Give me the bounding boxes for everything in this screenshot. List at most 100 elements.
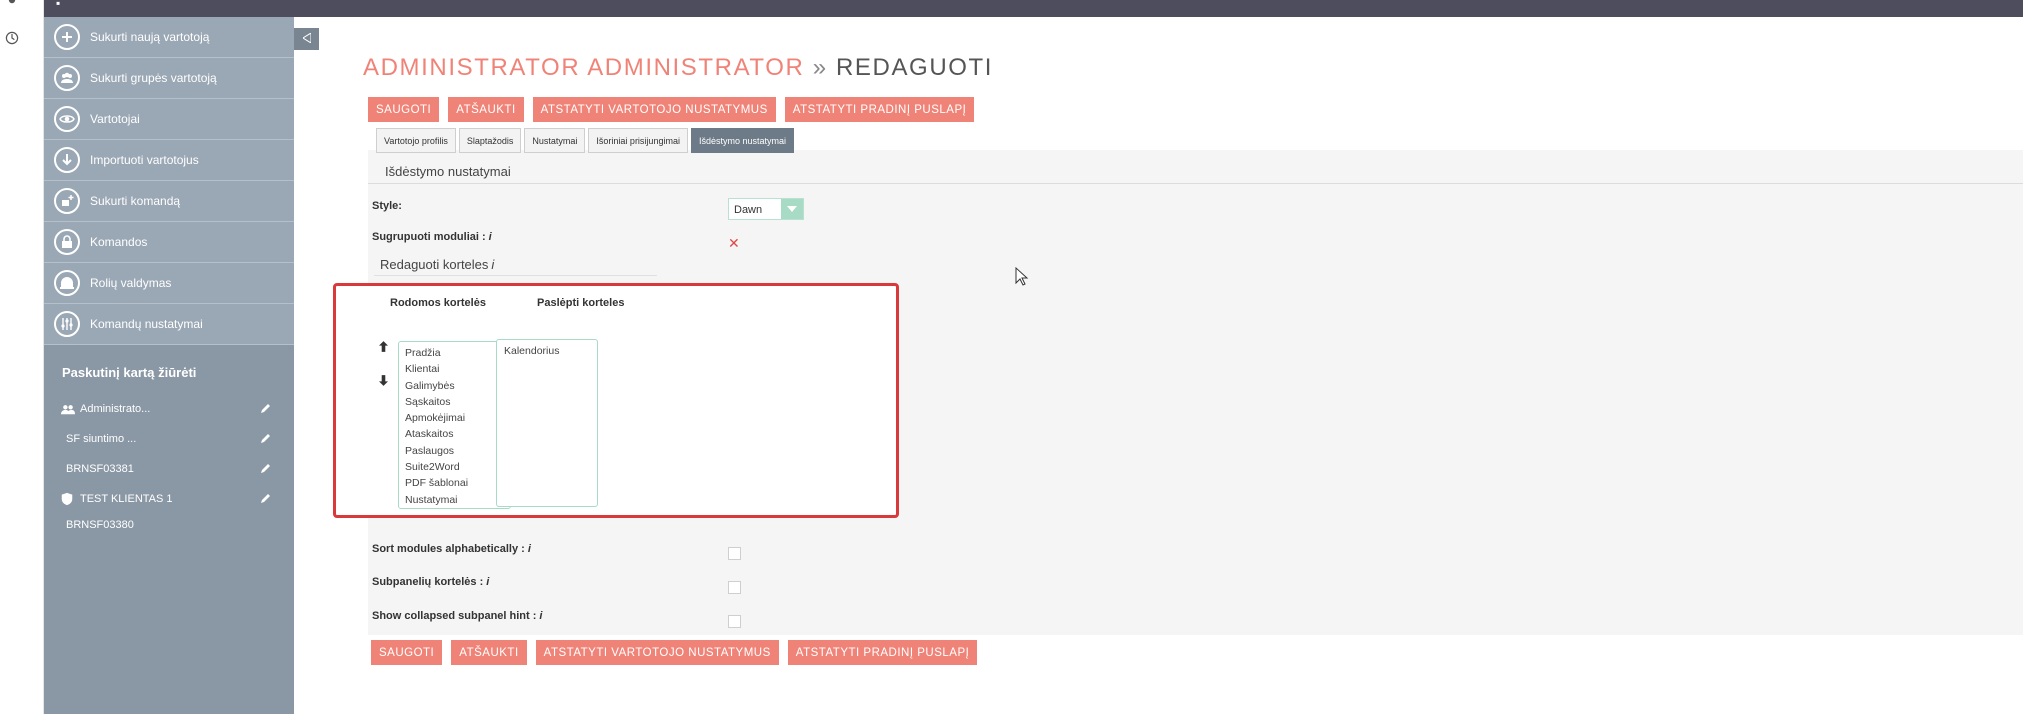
sidebar-item-users[interactable]: Vartotojai — [44, 99, 294, 140]
subpanel-tabs-text: Subpanelių kortelės : — [372, 576, 484, 588]
tab-user-profile[interactable]: Vartotojo profilis — [376, 128, 456, 153]
sidebar-item-team-settings[interactable]: Komandų nustatymai — [44, 304, 294, 345]
tab-layout-options[interactable]: Išdėstymo nustatymai — [690, 128, 794, 153]
sidebar-item-create-team[interactable]: Sukurti komandą — [44, 181, 294, 222]
page-title-record: ADMINISTRATOR ADMINISTRATOR — [363, 54, 805, 81]
section-divider — [368, 183, 2023, 184]
bottom-action-buttons: SAUGOTI ATŠAUKTI ATSTATYTI VARTOTOJO NUS… — [371, 640, 978, 665]
reset-homepage-button[interactable]: ATSTATYTI PRADINĮ PUSLAPĮ — [784, 97, 975, 122]
page-title: ADMINISTRATOR ADMINISTRATOR » REDAGUOTI — [363, 54, 993, 82]
sort-modules-checkbox[interactable] — [728, 547, 741, 560]
pencil-icon[interactable] — [260, 402, 272, 414]
recent-item[interactable]: Administrato... — [44, 394, 294, 424]
pencil-icon[interactable] — [260, 462, 272, 474]
recent-item-label: Administrato... — [80, 403, 151, 415]
recent-item-label: SF siuntimo ... — [66, 433, 137, 445]
sidebar-item-label: Vartotojai — [90, 112, 140, 126]
list-item[interactable]: Paslaugos — [399, 443, 510, 459]
tab-settings[interactable]: Nustatymai — [524, 128, 586, 153]
move-down-icon[interactable] — [377, 374, 389, 386]
section-title: Išdėstymo nustatymai — [385, 164, 511, 179]
list-item[interactable]: Klientai — [399, 361, 510, 377]
reset-user-settings-button[interactable]: ATSTATYTI VARTOTOJO NUSTATYMUS — [532, 97, 776, 122]
list-item[interactable]: Ataskaitos — [399, 426, 510, 442]
save-button[interactable]: SAUGOTI — [368, 97, 440, 122]
style-label: Style: — [372, 200, 402, 212]
subheading-divider — [374, 275, 657, 276]
page-title-action: REDAGUOTI — [835, 54, 994, 81]
cancel-button[interactable]: ATŠAUKTI — [448, 97, 524, 122]
move-up-icon[interactable] — [377, 340, 389, 352]
recent-item-label: BRNSF03380 — [66, 519, 134, 531]
subpanel-tabs-checkbox[interactable] — [728, 581, 741, 594]
info-icon[interactable]: i — [489, 231, 492, 243]
recent-item[interactable]: TEST KLIENTAS 1 — [44, 484, 294, 514]
add-team-icon — [54, 188, 80, 214]
chevron-down-icon — [781, 199, 803, 219]
reset-user-settings-button[interactable]: ATSTATYTI VARTOTOJO NUSTATYMUS — [535, 640, 779, 665]
info-icon[interactable]: i — [486, 576, 489, 588]
sort-modules-label: Sort modules alphabetically :i — [372, 543, 531, 555]
hidden-tabs-heading: Paslėpti korteles — [537, 297, 625, 309]
info-icon[interactable]: i — [539, 610, 542, 622]
sidebar-item-label: Komandos — [90, 235, 148, 249]
style-select[interactable]: Dawn — [728, 198, 804, 220]
list-item[interactable]: Pradžia — [399, 345, 510, 361]
lock-icon — [54, 229, 80, 255]
style-select-value: Dawn — [734, 204, 763, 216]
sidebar-item-label: Komandų nustatymai — [90, 317, 203, 331]
sidebar-item-label: Sukurti naują vartotoją — [90, 30, 210, 44]
list-item[interactable]: Sąskaitos — [399, 394, 510, 410]
logo-icon[interactable]: ▪ — [56, 0, 60, 10]
close-icon[interactable]: ✕ — [728, 235, 740, 252]
user-icon[interactable] — [4, 0, 24, 12]
tab-external-accounts[interactable]: Išoriniai prisijungimai — [588, 128, 688, 153]
info-icon[interactable]: i — [528, 543, 531, 555]
collapsed-subpanel-checkbox[interactable] — [728, 615, 741, 628]
list-item[interactable]: Suite2Word — [399, 459, 510, 475]
edit-tabs-heading-text: Redaguoti korteles — [380, 257, 489, 272]
hidden-tabs-list[interactable]: Kalendorius — [496, 339, 598, 507]
sidebar: Sukurti naują vartotoją Sukurti grupės v… — [44, 17, 294, 714]
sidebar-item-teams[interactable]: Komandos — [44, 222, 294, 263]
recent-item[interactable]: BRNSF03380 — [44, 514, 294, 536]
recent-item[interactable]: BRNSF03381 — [44, 454, 294, 484]
displayed-tabs-list[interactable]: Pradžia Klientai Galimybės Sąskaitos Apm… — [398, 341, 511, 509]
grouped-modules-text: Sugrupuoti moduliai : — [372, 231, 486, 243]
tab-password[interactable]: Slaptažodis — [458, 128, 522, 153]
edit-tabs-heading: Redaguoti korteles i — [380, 257, 494, 272]
list-item[interactable]: Galimybės — [399, 378, 510, 394]
sidebar-item-label: Rolių valdymas — [90, 276, 172, 290]
save-button[interactable]: SAUGOTI — [371, 640, 443, 665]
pencil-icon[interactable] — [260, 492, 272, 504]
mouse-cursor-icon — [1015, 266, 1029, 287]
cancel-button[interactable]: ATŠAUKTI — [451, 640, 527, 665]
users-icon — [60, 402, 76, 416]
sidebar-item-create-user[interactable]: Sukurti naują vartotoją — [44, 17, 294, 58]
top-navbar: ▪ — [44, 0, 2023, 17]
info-icon[interactable]: i — [491, 257, 494, 272]
top-action-buttons: SAUGOTI ATŠAUKTI ATSTATYTI VARTOTOJO NUS… — [368, 97, 975, 122]
recently-viewed-title: Paskutinį kartą žiūrėti — [62, 365, 197, 380]
recent-item[interactable]: SF siuntimo ... — [44, 424, 294, 454]
list-item[interactable]: Apmokėjimai — [399, 410, 510, 426]
grouped-modules-label: Sugrupuoti moduliai :i — [372, 231, 492, 243]
sidebar-item-roles[interactable]: Rolių valdymas — [44, 263, 294, 304]
left-rail — [0, 0, 44, 714]
list-item[interactable]: Nustatymai — [399, 492, 510, 508]
list-item[interactable]: Kalendorius — [497, 343, 597, 359]
pencil-icon[interactable] — [260, 432, 272, 444]
recent-item-label: TEST KLIENTAS 1 — [80, 493, 173, 505]
reset-homepage-button[interactable]: ATSTATYTI PRADINĮ PUSLAPĮ — [787, 640, 978, 665]
sidebar-item-label: Sukurti komandą — [90, 194, 181, 208]
history-clock-icon[interactable] — [4, 30, 24, 50]
eye-icon — [54, 106, 80, 132]
sidebar-item-import-users[interactable]: Importuoti vartotojus — [44, 140, 294, 181]
list-item[interactable]: PDF šablonai — [399, 475, 510, 491]
plus-icon — [54, 24, 80, 50]
displayed-tabs-heading: Rodomos kortelės — [390, 297, 486, 309]
sidebar-item-create-group-user[interactable]: Sukurti grupės vartotoją — [44, 58, 294, 99]
sort-modules-text: Sort modules alphabetically : — [372, 543, 525, 555]
subpanel-tabs-label: Subpanelių kortelės :i — [372, 576, 489, 588]
collapse-sidebar-button[interactable] — [294, 28, 319, 50]
